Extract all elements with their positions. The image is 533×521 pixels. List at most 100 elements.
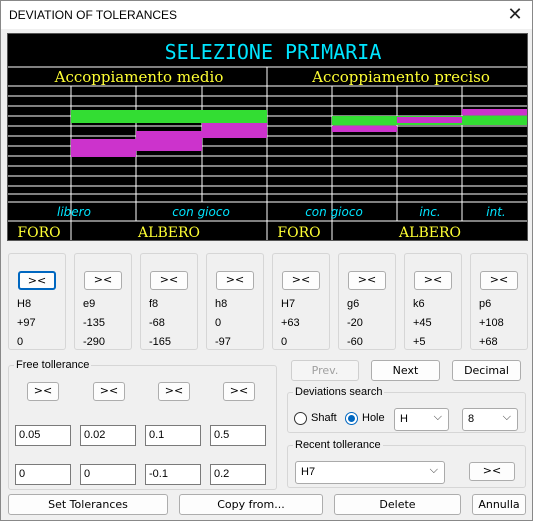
chevron-down-icon: ⌵	[433, 411, 442, 423]
free-lower-input[interactable]: -0.1	[145, 464, 201, 485]
grade-select[interactable]: 8 ⌵	[462, 408, 518, 431]
tolerance-column-g6: >< g6 -20 -60	[338, 253, 396, 350]
chevron-down-icon: ⌵	[429, 464, 438, 476]
chevron-down-icon: ⌵	[502, 411, 511, 423]
set-tolerances-button[interactable]: Set Tolerances	[8, 494, 168, 515]
tolerance-name: g6	[347, 298, 360, 310]
tolerance-column-h8-shaft: >< h8 0 -97	[206, 253, 264, 350]
tolerance-column-k6: >< k6 +45 +5	[404, 253, 462, 350]
recent-tolerance-select[interactable]: H7 ⌵	[295, 461, 445, 484]
zone-label: con gioco	[172, 205, 230, 219]
select-tolerance-button[interactable]: ><	[348, 271, 386, 290]
tolerance-name: k6	[413, 298, 425, 310]
select-tolerance-button[interactable]: ><	[84, 271, 122, 290]
shaft-band-e9	[71, 139, 136, 157]
tolerance-column-h8: >< H8 +97 0	[8, 253, 66, 350]
tolerance-name: p6	[479, 298, 492, 310]
tolerance-name: h8	[215, 298, 228, 310]
select-tolerance-button[interactable]: ><	[150, 271, 188, 290]
zone-label: con gioco	[305, 205, 363, 219]
hole-radio-label: Hole	[362, 412, 385, 424]
upper-deviation: +108	[479, 317, 504, 329]
grade-select-value: 8	[468, 413, 475, 425]
tolerance-chart: SELEZIONE PRIMARIA Accoppiamento medio A…	[7, 33, 528, 241]
free-tolerance-button[interactable]: ><	[158, 382, 190, 401]
free-lower-input[interactable]: 0.2	[210, 464, 266, 485]
select-tolerance-button[interactable]: ><	[480, 271, 518, 290]
zone-label: inc.	[419, 205, 440, 219]
free-upper-input[interactable]: 0.5	[210, 425, 266, 446]
letter-select[interactable]: H ⌵	[394, 408, 449, 431]
select-tolerance-button[interactable]: ><	[282, 271, 320, 290]
delete-button[interactable]: Delete	[334, 494, 461, 515]
chart-canvas: SELEZIONE PRIMARIA Accoppiamento medio A…	[8, 40, 527, 241]
shaft-band-p6	[462, 109, 527, 115]
bottom-label-foro: FORO	[17, 225, 60, 241]
close-icon[interactable]: ✕	[504, 4, 526, 26]
select-tolerance-button[interactable]: ><	[414, 271, 452, 290]
lower-deviation: +68	[479, 336, 498, 348]
cancel-button[interactable]: Annulla	[472, 494, 526, 515]
decimal-button[interactable]: Decimal	[452, 360, 521, 381]
tolerance-column-f8: >< f8 -68 -165	[140, 253, 198, 350]
tolerance-name: f8	[149, 298, 159, 310]
upper-deviation: -135	[83, 317, 106, 329]
lower-deviation: -60	[347, 336, 363, 348]
upper-deviation: +63	[281, 317, 300, 329]
next-button[interactable]: Next	[371, 360, 440, 381]
title-bar: DEVIATION OF TOLERANCES ✕	[1, 1, 532, 29]
recent-tolerance-value: H7	[301, 466, 316, 478]
bottom-label-foro: FORO	[277, 225, 320, 241]
shaft-band-k6	[397, 117, 462, 123]
shaft-band-h8	[202, 123, 267, 138]
shaft-radio-label: Shaft	[311, 412, 337, 424]
tolerance-column-e9: >< e9 -135 -290	[74, 253, 132, 350]
lower-deviation: 0	[281, 336, 288, 348]
tolerance-name: e9	[83, 298, 96, 310]
free-tolerance-button[interactable]: ><	[93, 382, 125, 401]
free-upper-input[interactable]: 0.02	[80, 425, 136, 446]
tolerance-column-p6: >< p6 +108 +68	[470, 253, 528, 350]
upper-deviation: 0	[215, 317, 222, 329]
bottom-label-albero: ALBERO	[137, 225, 200, 241]
free-lower-input[interactable]: 0	[15, 464, 71, 485]
select-tolerance-button[interactable]: ><	[216, 271, 254, 290]
letter-select-value: H	[400, 413, 408, 425]
left-header: Accoppiamento medio	[54, 68, 224, 86]
tolerance-name: H7	[281, 298, 296, 310]
tolerance-name: H8	[17, 298, 32, 310]
dialog-window: DEVIATION OF TOLERANCES ✕ SELEZIONE PRIM…	[0, 0, 533, 521]
upper-deviation: +45	[413, 317, 432, 329]
window-title: DEVIATION OF TOLERANCES	[9, 8, 178, 22]
bottom-label-albero: ALBERO	[398, 225, 461, 241]
free-tolerance-label: Free tollerance	[14, 359, 92, 371]
free-upper-input[interactable]: 0.1	[145, 425, 201, 446]
deviations-search-label: Deviations search	[293, 386, 385, 398]
free-tolerance-button[interactable]: ><	[223, 382, 255, 401]
lower-deviation: -290	[83, 336, 106, 348]
chart-title: SELEZIONE PRIMARIA	[165, 40, 382, 64]
shaft-band-g6	[332, 126, 397, 132]
lower-deviation: -165	[149, 336, 172, 348]
copy-from-button[interactable]: Copy from...	[179, 494, 323, 515]
recent-apply-button[interactable]: ><	[469, 462, 515, 481]
lower-deviation: 0	[17, 336, 24, 348]
upper-deviation: -20	[347, 317, 363, 329]
free-upper-input[interactable]: 0.05	[15, 425, 71, 446]
shaft-radio[interactable]	[294, 412, 307, 425]
free-lower-input[interactable]: 0	[80, 464, 136, 485]
upper-deviation: -68	[149, 317, 165, 329]
zone-label: libero	[57, 205, 91, 219]
prev-button[interactable]: Prev.	[291, 360, 359, 381]
hole-radio[interactable]	[345, 412, 358, 425]
upper-deviation: +97	[17, 317, 36, 329]
select-tolerance-button[interactable]: ><	[18, 271, 56, 290]
lower-deviation: -97	[215, 336, 231, 348]
lower-deviation: +5	[413, 336, 426, 348]
zone-label: int.	[486, 205, 505, 219]
right-header: Accoppiamento preciso	[311, 68, 490, 86]
shaft-band-f8	[136, 131, 202, 151]
free-tolerance-button[interactable]: ><	[27, 382, 59, 401]
hole-band-h8	[71, 110, 267, 123]
recent-tolerance-label: Recent tollerance	[293, 439, 383, 451]
